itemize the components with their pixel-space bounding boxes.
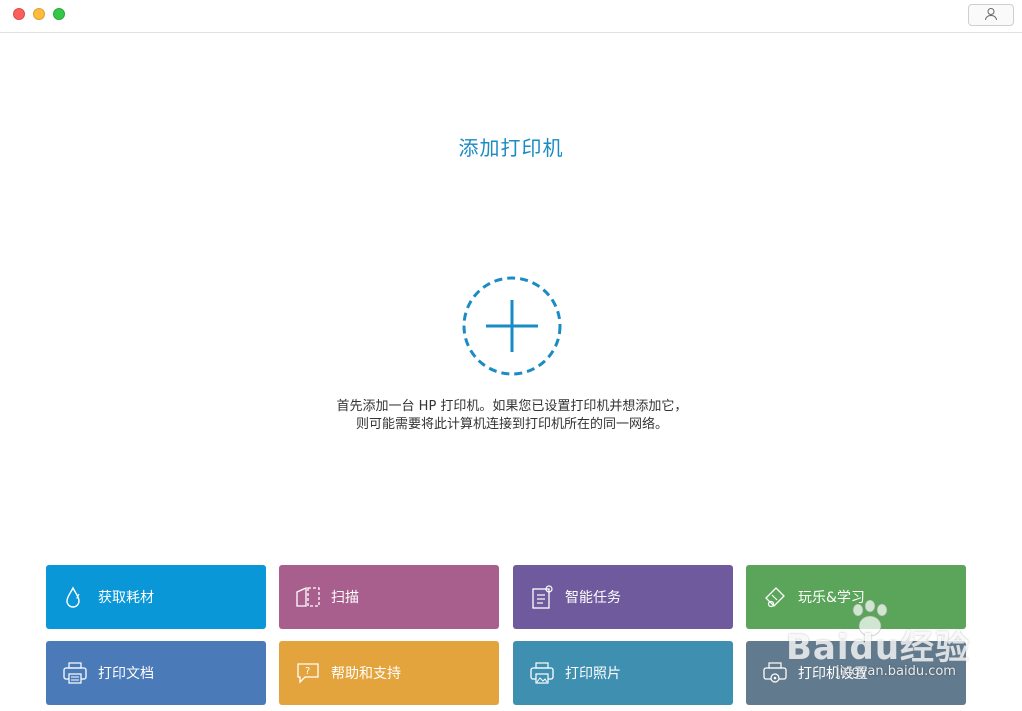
add-printer-description: 首先添加一台 HP 打印机。如果您已设置打印机并想添加它，则可能需要将此计算机连… xyxy=(336,399,688,432)
tile-help-support[interactable]: ? 帮助和支持 xyxy=(279,641,499,705)
tile-label: 扫描 xyxy=(331,590,359,606)
tile-label: 智能任务 xyxy=(565,590,621,606)
scan-icon xyxy=(295,584,321,610)
print-document-icon xyxy=(62,660,88,686)
smart-tasks-icon xyxy=(529,584,555,610)
close-window-button[interactable] xyxy=(13,8,25,20)
help-chat-icon: ? xyxy=(295,660,321,686)
person-icon xyxy=(984,6,998,25)
maximize-window-button[interactable] xyxy=(53,8,65,20)
plus-circle-dashed-icon xyxy=(462,276,562,380)
tile-scan[interactable]: 扫描 xyxy=(279,565,499,629)
printer-settings-icon xyxy=(762,660,788,686)
minimize-window-button[interactable] xyxy=(33,8,45,20)
tile-label: 打印文档 xyxy=(98,666,154,682)
tile-play-learn[interactable]: 玩乐&学习 xyxy=(746,565,966,629)
ink-drop-icon xyxy=(62,584,88,610)
print-photo-icon xyxy=(529,660,555,686)
tile-smart-tasks[interactable]: 智能任务 xyxy=(513,565,733,629)
tile-label: 打印照片 xyxy=(565,666,621,682)
add-printer-button[interactable] xyxy=(462,276,562,376)
play-learn-icon xyxy=(762,584,788,610)
tile-get-supplies[interactable]: 获取耗材 xyxy=(46,565,266,629)
page-title: 添加打印机 xyxy=(458,136,564,160)
account-button[interactable] xyxy=(968,4,1014,26)
tile-printer-settings[interactable]: 打印机设置 xyxy=(746,641,966,705)
tile-label: 帮助和支持 xyxy=(331,666,401,682)
tile-print-photo[interactable]: 打印照片 xyxy=(513,641,733,705)
tile-label: 获取耗材 xyxy=(98,590,154,606)
title-bar xyxy=(0,0,1022,33)
tile-label: 打印机设置 xyxy=(798,666,868,682)
svg-text:?: ? xyxy=(305,666,310,677)
tile-print-document[interactable]: 打印文档 xyxy=(46,641,266,705)
tile-label: 玩乐&学习 xyxy=(798,590,865,606)
